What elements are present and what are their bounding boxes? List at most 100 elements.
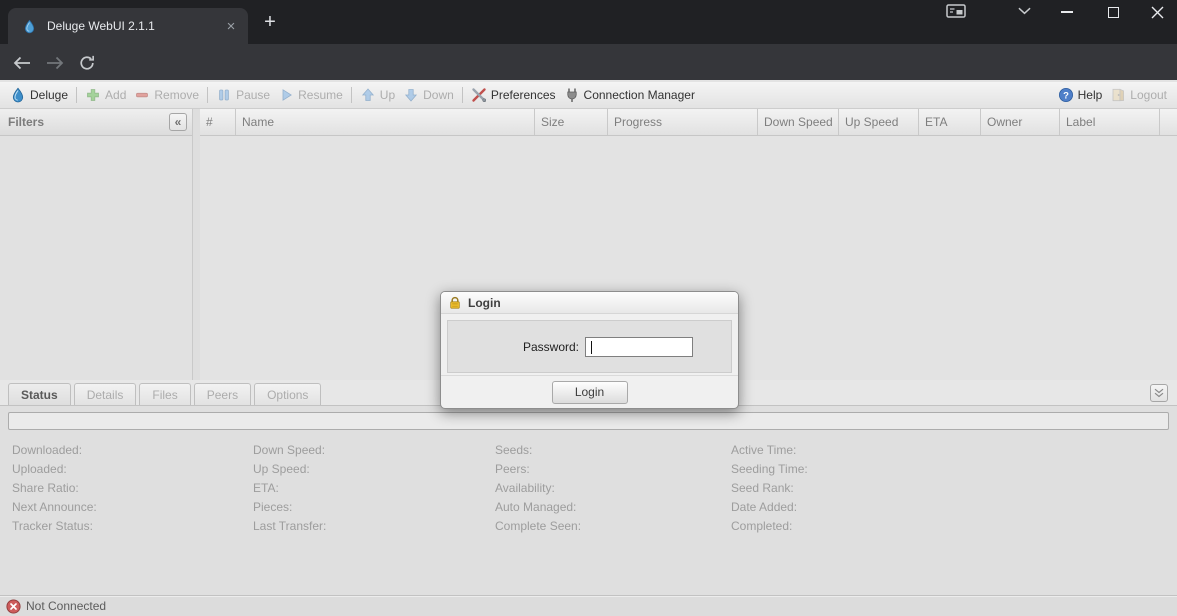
toolbar-add-label: Add [105,88,126,102]
filters-collapse-button[interactable]: « [169,113,187,131]
toolbar-separator [207,87,208,103]
login-dialog-footer: Login [441,375,738,408]
stat-label: Downloaded: [12,441,97,460]
toolbar-separator [76,87,77,103]
grid-header-row: # Name Size Progress Down Speed Up Speed… [200,109,1177,136]
column-header-label[interactable]: Label [1060,109,1160,135]
stat-label: Next Announce: [12,498,97,517]
filters-header: Filters « [0,109,192,136]
stat-label: Seeds: [495,441,581,460]
toolbar-resume-label: Resume [298,88,343,102]
double-chevron-down-icon [1154,388,1164,398]
stat-label: Last Transfer: [253,517,326,536]
browser-tab[interactable]: Deluge WebUI 2.1.1 × [8,8,248,44]
chevron-down-glyph [1018,7,1031,15]
stat-label: Date Added: [731,498,808,517]
stat-label: Share Ratio: [12,479,97,498]
toolbar-logout-button[interactable]: Logout [1106,87,1171,103]
forward-button[interactable] [43,51,67,75]
minimize-icon [1061,11,1073,13]
stat-label: Down Speed: [253,441,326,460]
window-close-button[interactable] [1137,0,1177,24]
tab-details[interactable]: Details [74,383,137,405]
tab-peers[interactable]: Peers [194,383,251,405]
preferences-tools-icon [471,87,487,103]
svg-text:?: ? [1063,90,1069,101]
stat-label: Pieces: [253,498,326,517]
detail-panel: Status Details Files Peers Options Downl… [0,380,1177,595]
toolbar-pause-button[interactable]: Pause [212,87,274,103]
connection-status-bar: Not Connected [0,595,1177,616]
password-input[interactable] [585,337,693,357]
toolbar-resume-button[interactable]: Resume [274,87,347,103]
resume-play-icon [278,87,294,103]
password-row: Password: [448,337,731,357]
logout-door-icon [1110,87,1126,103]
media-controls-icon[interactable] [936,0,976,22]
window-maximize-button[interactable] [1091,0,1135,24]
deluge-favicon-icon [22,19,37,34]
filters-title: Filters [8,115,44,129]
toolbar-deluge-button[interactable]: Deluge [6,87,72,103]
tab-close-icon[interactable]: × [222,18,240,35]
toolbar-up-button[interactable]: Up [356,87,399,103]
password-label: Password: [448,340,579,354]
tab-search-chevron-icon[interactable] [1004,0,1044,22]
stats-column-3: Seeds: Peers: Availability: Auto Managed… [495,441,581,536]
tab-status[interactable]: Status [8,383,71,405]
toolbar-connection-manager-button[interactable]: Connection Manager [560,87,699,103]
column-header-number[interactable]: # [200,109,236,135]
reload-icon [78,54,96,72]
toolbar-logout-label: Logout [1130,88,1167,102]
login-button[interactable]: Login [552,381,628,404]
toolbar-connection-manager-label: Connection Manager [584,88,695,102]
column-header-filler [1160,109,1177,135]
toolbar-remove-button[interactable]: Remove [130,87,203,103]
window-minimize-button[interactable] [1045,0,1089,24]
stat-label: Seed Rank: [731,479,808,498]
login-dialog: Login Password: Login [440,291,739,409]
reload-button[interactable] [75,51,99,75]
toolbar-separator [462,87,463,103]
lock-icon [448,296,462,310]
stat-label: Completed: [731,517,808,536]
browser-tab-title: Deluge WebUI 2.1.1 [47,19,222,33]
back-button[interactable] [10,51,34,75]
tab-files[interactable]: Files [139,383,190,405]
deluge-toolbar: Deluge Add Remove Pause Resume Up Down P… [0,82,1177,109]
column-header-owner[interactable]: Owner [981,109,1060,135]
back-arrow-icon [12,54,32,72]
password-input-wrap [585,337,693,357]
stats-column-4: Active Time: Seeding Time: Seed Rank: Da… [731,441,808,536]
new-tab-button[interactable]: + [258,11,282,35]
toolbar-up-label: Up [380,88,395,102]
column-header-up-speed[interactable]: Up Speed [839,109,919,135]
maximize-icon [1108,7,1119,18]
login-dialog-header[interactable]: Login [441,292,738,314]
connection-status-text: Not Connected [26,599,106,613]
toolbar-add-button[interactable]: Add [81,87,130,103]
toolbar-preferences-label: Preferences [491,88,556,102]
panel-splitter[interactable] [193,109,200,380]
connection-manager-plug-icon [564,87,580,103]
browser-tab-strip: Deluge WebUI 2.1.1 × + [0,0,1177,44]
stats-column-1: Downloaded: Uploaded: Share Ratio: Next … [12,441,97,536]
stat-label: ETA: [253,479,326,498]
column-header-down-speed[interactable]: Down Speed [758,109,839,135]
remove-minus-icon [134,87,150,103]
column-header-name[interactable]: Name [236,109,535,135]
column-header-eta[interactable]: ETA [919,109,981,135]
column-header-progress[interactable]: Progress [608,109,758,135]
toolbar-separator [351,87,352,103]
toolbar-preferences-button[interactable]: Preferences [467,87,560,103]
panel-collapse-button[interactable] [1150,384,1168,402]
toolbar-help-label: Help [1078,88,1103,102]
toolbar-help-button[interactable]: ? Help [1054,87,1107,103]
stat-label: Up Speed: [253,460,326,479]
toolbar-down-button[interactable]: Down [399,87,458,103]
column-header-size[interactable]: Size [535,109,608,135]
stat-label: Seeding Time: [731,460,808,479]
tab-options[interactable]: Options [254,383,321,405]
picture-in-picture-glyph [946,4,966,18]
queue-down-arrow-icon [403,87,419,103]
